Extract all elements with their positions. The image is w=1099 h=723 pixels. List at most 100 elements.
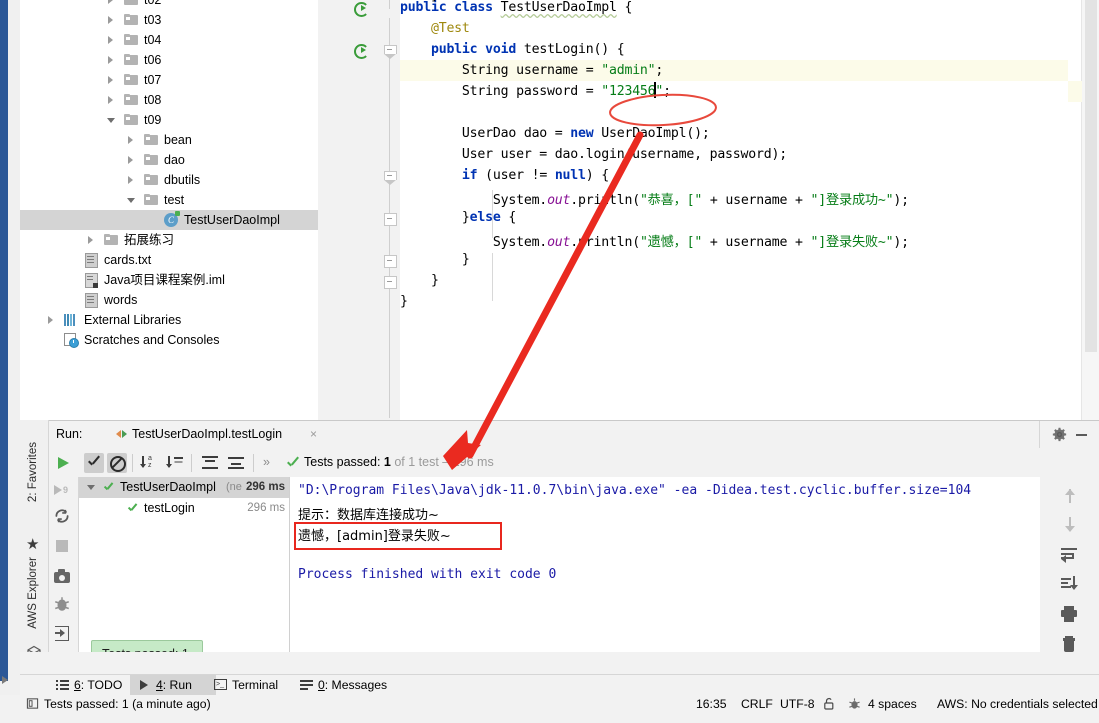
scroll-to-end-icon[interactable] [1060, 575, 1080, 595]
test-tree-row[interactable]: testLogin 296 ms [79, 498, 289, 519]
tool-tab-terminal[interactable]: >_ Terminal [206, 675, 302, 696]
code-line[interactable]: UserDao dao = new UserDaoImpl(); [400, 126, 710, 141]
tree-item-External Libraries[interactable]: External Libraries [20, 310, 318, 330]
collapse-all-icon[interactable] [226, 453, 246, 473]
toolbar-more-button[interactable]: » [263, 455, 270, 469]
code-line[interactable]: public void testLogin() { [400, 42, 625, 57]
status-bar-message[interactable]: Tests passed: 1 (a minute ago) [44, 697, 211, 711]
export-icon[interactable] [53, 623, 73, 643]
status-bar-encoding[interactable]: UTF-8 [780, 697, 815, 711]
aws-explorer-rail-label[interactable]: AWS Explorer [27, 557, 39, 629]
chevron-right-icon[interactable] [128, 176, 133, 184]
tool-tab-messages[interactable]: 0: Messages [292, 675, 408, 696]
sort-by-duration-icon[interactable] [166, 453, 186, 473]
sort-alphabetically-icon[interactable]: az [140, 453, 160, 473]
stop-icon[interactable] [53, 537, 73, 557]
print-icon[interactable] [1060, 605, 1080, 625]
tree-item-dbutils[interactable]: dbutils [20, 170, 318, 190]
chevron-right-icon[interactable] [108, 76, 113, 84]
tree-item-拓展练习[interactable]: 拓展练习 [20, 230, 318, 250]
editor-vertical-scrollbar[interactable] [1081, 0, 1099, 420]
run-gutter-icon[interactable] [354, 2, 369, 17]
debug-icon[interactable] [53, 595, 73, 615]
code-line[interactable]: }else { [400, 210, 516, 225]
tree-item-words[interactable]: words [20, 290, 318, 310]
tool-tab-run[interactable]: 4: Run [130, 675, 216, 696]
hide-ignored-tests-toggle[interactable] [107, 453, 127, 473]
code-line[interactable]: System.out.println("恭喜，[" + username + "… [400, 189, 909, 208]
chevron-right-icon[interactable] [108, 96, 113, 104]
run-gutter-icon[interactable] [354, 44, 369, 59]
project-tree[interactable]: t02 t03 t04 t06 t07 t08 t09 bean dao dbutils test C… [20, 0, 318, 420]
chevron-down-icon[interactable] [107, 118, 115, 123]
status-bar-line-separator[interactable]: CRLF [741, 697, 773, 711]
code-fold-toggle[interactable] [384, 276, 397, 289]
status-bar-indent[interactable]: 4 spaces [868, 697, 917, 711]
chevron-right-icon[interactable] [128, 136, 133, 144]
inspection-icon[interactable] [848, 697, 861, 713]
tree-item-t06[interactable]: t06 [20, 50, 318, 70]
bottom-tool-tabs[interactable]: 6: TODO 4: Run >_ Terminal 0: Messages [20, 674, 1099, 696]
code-line[interactable]: String username = "admin"; [400, 63, 663, 78]
up-arrow-icon[interactable] [1060, 487, 1080, 507]
chevron-right-icon[interactable] [128, 156, 133, 164]
screenshot-icon[interactable] [53, 567, 73, 587]
expand-all-icon[interactable] [200, 453, 220, 473]
code-line[interactable]: } [400, 273, 439, 288]
chevron-right-icon[interactable] [88, 236, 93, 244]
tree-item-t04[interactable]: t04 [20, 30, 318, 50]
favorites-rail-label[interactable]: 2: Favorites [27, 442, 39, 502]
editor-code-area[interactable]: public class TestUserDaoImpl { @Test pub… [400, 0, 1099, 420]
code-fold-toggle[interactable] [384, 45, 397, 59]
soft-wrap-icon[interactable] [1060, 545, 1080, 565]
show-passed-tests-toggle[interactable] [84, 453, 104, 473]
tree-item-t08[interactable]: t08 [20, 90, 318, 110]
tree-item-Java项目课程案例.iml[interactable]: Java项目课程案例.iml [20, 270, 318, 290]
status-bar-aws[interactable]: AWS: No credentials selected [937, 697, 1098, 711]
chevron-right-icon[interactable] [48, 316, 53, 324]
tree-item-cards.txt[interactable]: cards.txt [20, 250, 318, 270]
code-fold-toggle[interactable] [384, 213, 397, 226]
tool-tab-todo[interactable]: 6: TODO [48, 675, 140, 696]
code-line[interactable]: } [400, 294, 408, 309]
tree-item-dao[interactable]: dao [20, 150, 318, 170]
tree-item-t09[interactable]: t09 [20, 110, 318, 130]
tree-item-bean[interactable]: bean [20, 130, 318, 150]
editor-error-stripe[interactable] [1068, 0, 1082, 420]
code-editor[interactable]: 13141516171819202122232425262728 public … [318, 0, 1099, 420]
code-line[interactable]: User user = dao.login(username, password… [400, 147, 787, 162]
run-configuration-tab[interactable]: TestUserDaoImpl.testLogin [108, 421, 291, 450]
code-line[interactable]: String password = "123456"; [400, 84, 671, 99]
chevron-down-icon[interactable] [127, 198, 135, 203]
code-line[interactable]: @Test [400, 21, 470, 36]
expand-rail-icon[interactable] [2, 676, 8, 684]
rerun-green-icon[interactable] [54, 453, 74, 473]
editor-fold-gutter[interactable] [380, 0, 400, 420]
chevron-right-icon[interactable] [108, 36, 113, 44]
settings-icon[interactable] [1052, 427, 1067, 442]
code-line[interactable]: System.out.println("遗憾，[" + username + "… [400, 231, 909, 250]
chevron-down-icon[interactable] [87, 485, 95, 490]
code-line[interactable]: } [400, 252, 470, 267]
chevron-right-icon[interactable] [108, 16, 113, 24]
code-line[interactable]: if (user != null) { [400, 168, 609, 183]
test-tree-row[interactable]: TestUserDaoImpl (ne 296 ms [79, 477, 289, 498]
tree-item-t02[interactable]: t02 [20, 0, 318, 10]
code-fold-toggle[interactable] [384, 171, 397, 185]
code-fold-toggle[interactable] [384, 255, 397, 268]
lock-icon[interactable] [823, 697, 835, 713]
chevron-right-icon[interactable] [108, 0, 113, 4]
tree-item-t03[interactable]: t03 [20, 10, 318, 30]
rerun-failed-icon[interactable]: 9 [53, 481, 73, 501]
rerun-auto-icon[interactable] [53, 507, 73, 527]
editor-scrollbar-thumb[interactable] [1085, 0, 1097, 352]
tree-item-test[interactable]: test [20, 190, 318, 210]
minimize-icon[interactable] [1076, 434, 1087, 436]
tree-item-Scratches and Consoles[interactable]: Scratches and Consoles [20, 330, 318, 350]
tree-item-TestUserDaoImpl[interactable]: C TestUserDaoImpl [20, 210, 318, 230]
status-bar: Tests passed: 1 (a minute ago) 16:35 CRL… [20, 695, 1099, 714]
down-arrow-icon[interactable] [1060, 515, 1080, 535]
tree-item-t07[interactable]: t07 [20, 70, 318, 90]
close-icon[interactable]: × [310, 427, 317, 441]
chevron-right-icon[interactable] [108, 56, 113, 64]
